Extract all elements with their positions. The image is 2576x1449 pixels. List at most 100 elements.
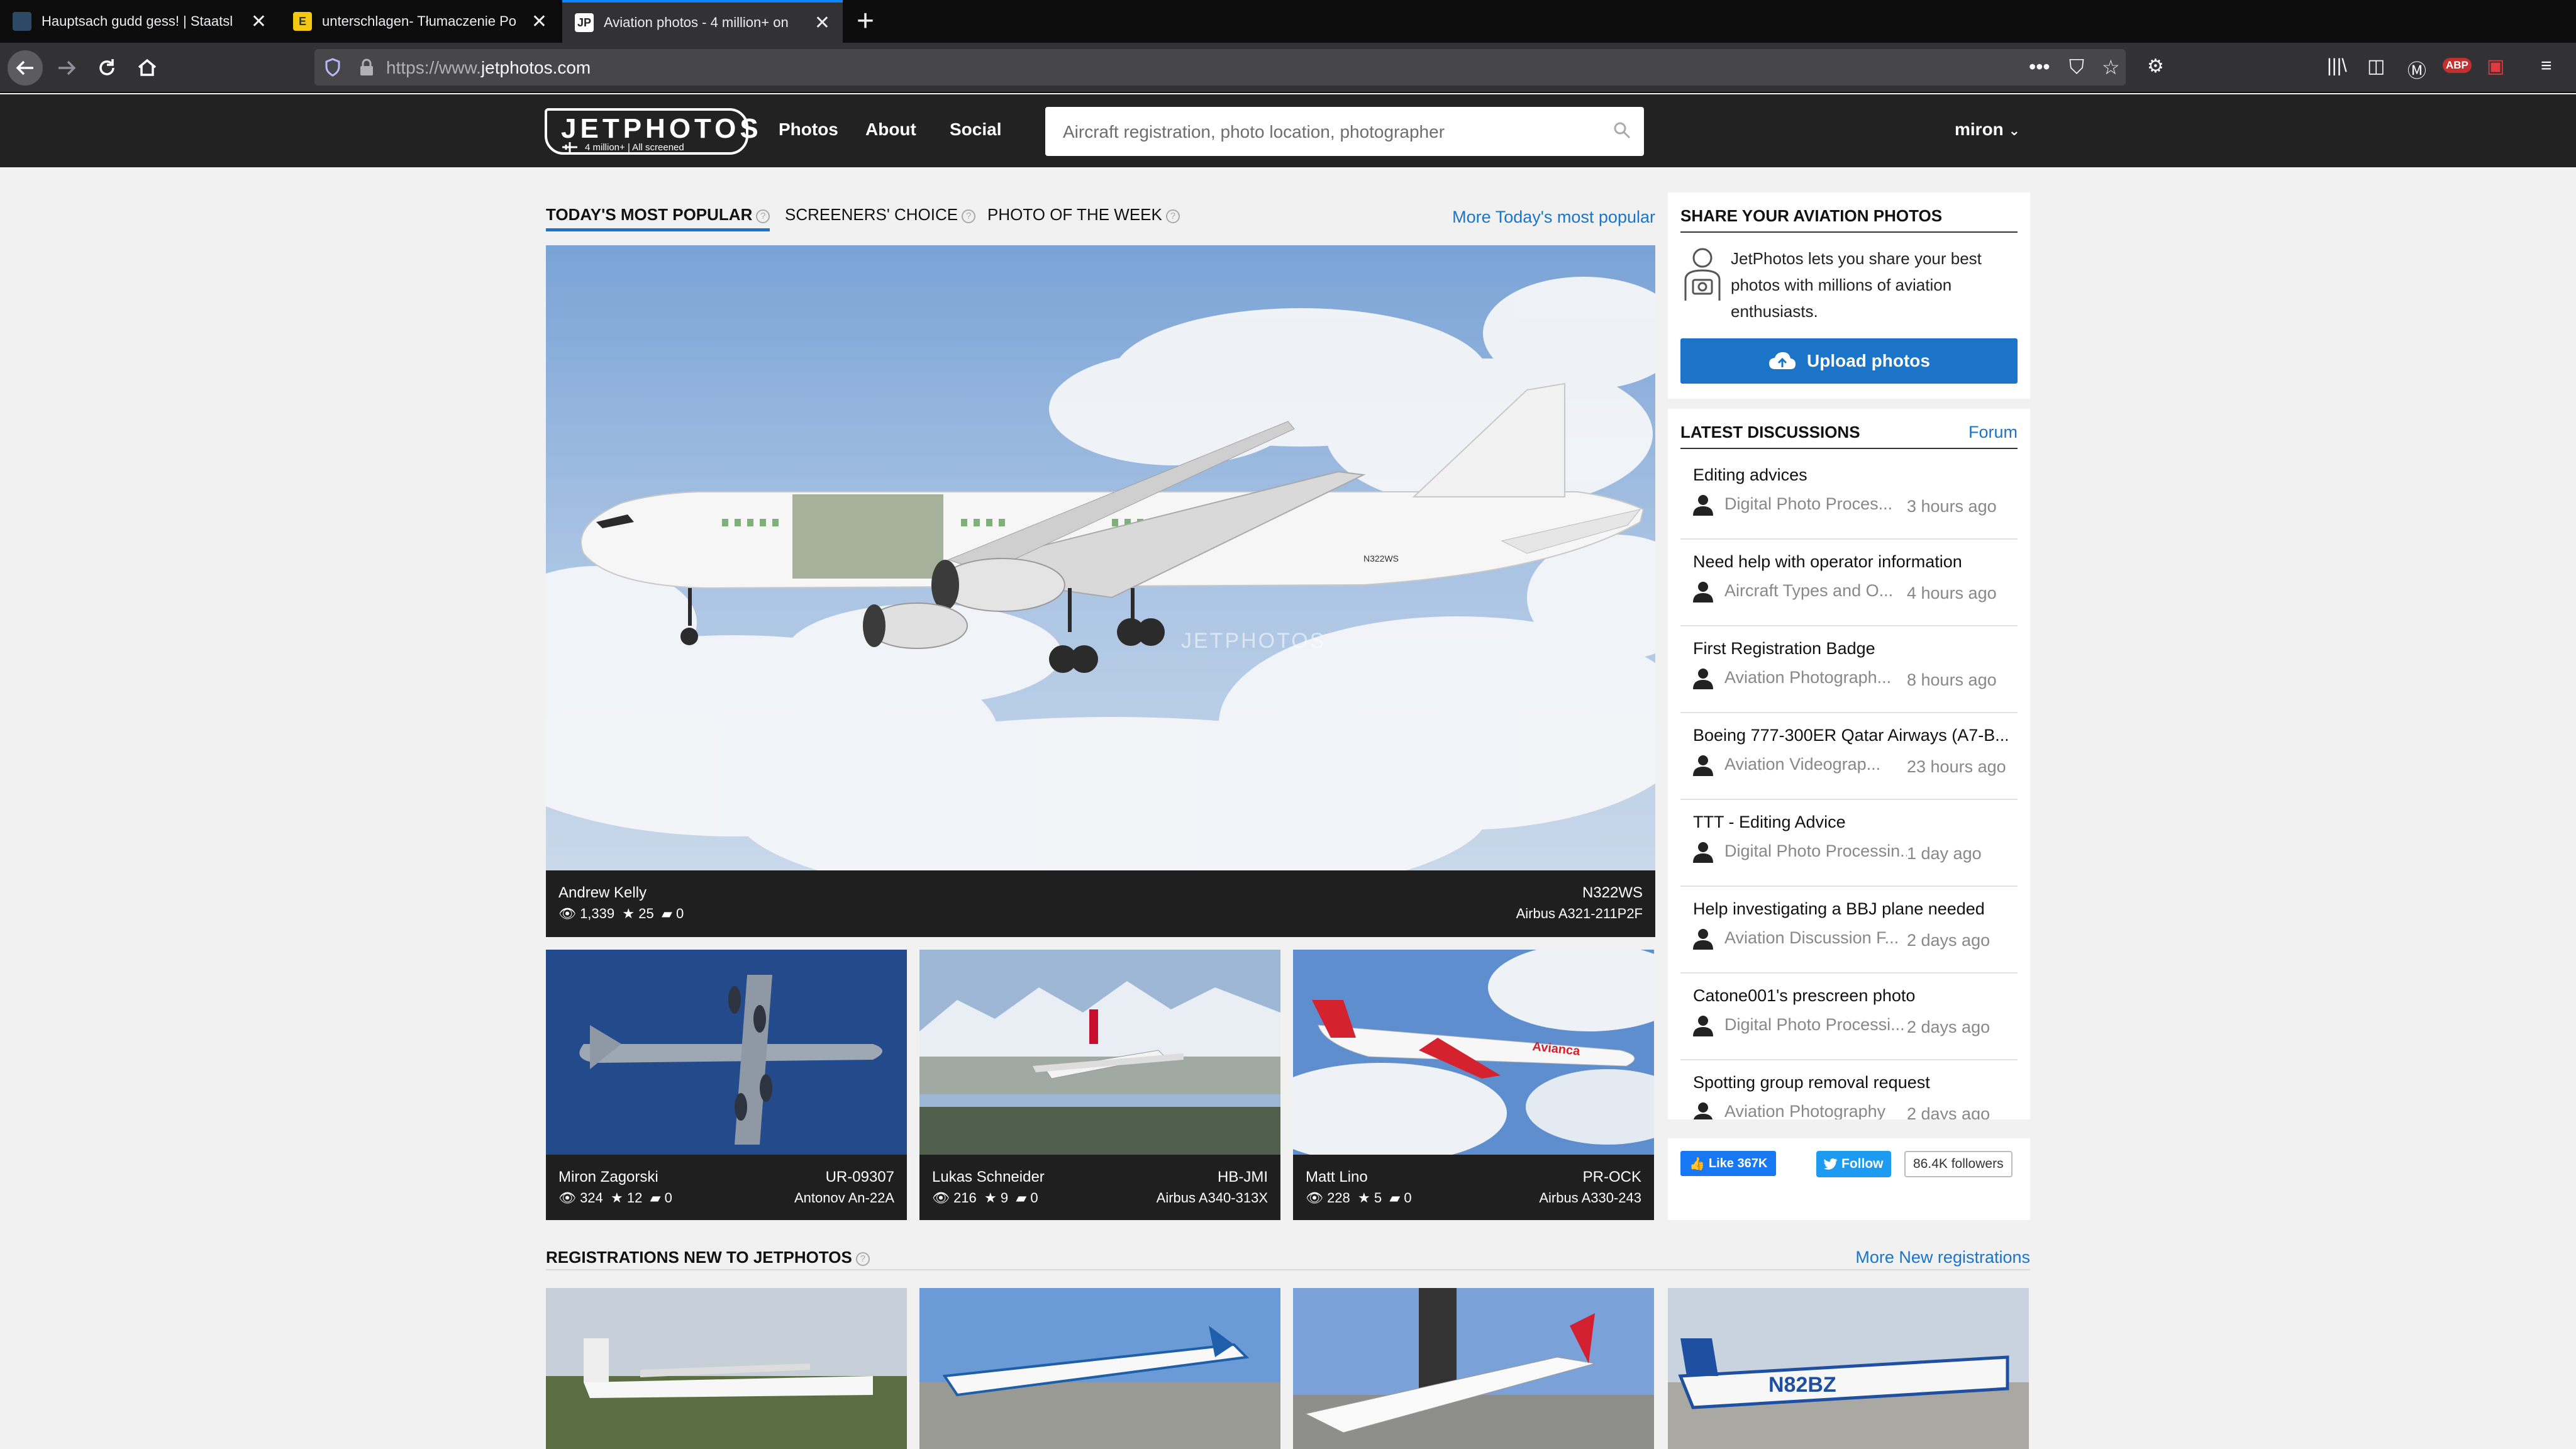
discussion-category[interactable]: Digital Photo Processin... [1724,841,1907,861]
discussion-time: 2 days ago [1907,1104,1990,1119]
registration-thumbnail[interactable] [546,1288,907,1449]
more-new-registrations-link[interactable]: More New registrations [1855,1248,2030,1267]
nav-social[interactable]: Social [950,119,1001,140]
discussion-item[interactable]: TTT - Editing Advice Digital Photo Proce… [1680,800,2018,887]
registration-thumbnail[interactable] [919,1288,1280,1449]
close-icon[interactable]: ✕ [814,12,830,34]
reload-button[interactable] [89,50,125,86]
search-input[interactable]: Aircraft registration, photo location, p… [1045,107,1644,156]
discussion-category[interactable]: Aircraft Types and O... [1724,581,1907,601]
comment-icon: ▰ [1016,1190,1027,1206]
hero-photo[interactable]: N322WS JETPHOTOS Andrew Kelly 👁 1,339 ★ … [546,245,1655,937]
url-bar[interactable]: https://www.jetphotos.com ••• ⛉ ☆ [314,49,2126,86]
browser-tab-1[interactable]: Hauptsach gudd gess! | Staatsl ✕ [0,0,279,43]
discussion-item[interactable]: Need help with operator information Airc… [1680,540,2018,626]
section-title-text: REGISTRATIONS NEW TO JETPHOTOS [546,1248,852,1267]
user-icon [1693,842,1713,863]
discussion-title[interactable]: Editing advices [1693,465,2007,485]
discussion-title[interactable]: Boeing 777-300ER Qatar Airways (A7-B... [1693,726,2007,745]
help-icon[interactable]: ? [855,1252,870,1266]
aircraft-type[interactable]: Airbus A330-243 [1539,1190,1641,1206]
registration[interactable]: PR-OCK [1583,1169,1641,1186]
user-icon [1693,1016,1713,1036]
discussion-time: 2 days ago [1907,1018,1990,1036]
registration[interactable]: N322WS [1582,884,1643,902]
search-icon[interactable] [1613,121,1631,140]
discussion-title[interactable]: Spotting group removal request [1693,1073,2007,1092]
browser-tab-3-active[interactable]: JP Aviation photos - 4 million+ on ✕ [562,0,843,43]
settings-gear-icon[interactable]: ⚙ [2147,55,2164,77]
help-icon[interactable]: ? [962,209,976,223]
discussion-title[interactable]: TTT - Editing Advice [1693,813,2007,832]
jetphotos-logo[interactable]: JETPHOTOS 4 million+ | All screened [545,108,758,155]
extension-red-icon[interactable]: ▣ [2487,55,2504,77]
discussion-title[interactable]: Need help with operator information [1693,552,2007,572]
thumbnail-photo[interactable]: Avianca Matt Lino 👁 228 ★ 5 ▰ 0 PR-OCK A… [1293,950,1654,1220]
discussion-category[interactable]: Aviation Videograp... [1724,755,1907,774]
lock-icon[interactable] [358,58,375,77]
help-icon[interactable]: ? [756,209,770,223]
close-icon[interactable]: ✕ [531,11,547,33]
panel-divider [1680,448,2018,449]
registration[interactable]: HB-JMI [1218,1169,1268,1186]
twitter-follow-button[interactable]: Follow [1816,1151,1891,1177]
discussion-category[interactable]: Aviation Photography [1724,1102,1907,1119]
sidebar-icon[interactable]: ◫ [2367,55,2385,77]
discussion-time: 2 days ago [1907,931,1990,950]
discussion-category[interactable]: Aviation Discussion F... [1724,928,1907,948]
nav-about[interactable]: About [865,119,916,140]
more-todays-popular-link[interactable]: More Today's most popular [1452,208,1655,227]
new-tab-button[interactable]: + [857,5,874,38]
nav-photos[interactable]: Photos [779,119,838,140]
user-menu[interactable]: miron ⌄ [1955,119,2020,140]
discussion-meta: Aviation Videograp... 23 hours ago [1693,755,2006,777]
library-icon[interactable]: |||\ [2327,55,2347,77]
discussion-time: 8 hours ago [1907,670,1997,689]
discussion-category[interactable]: Aviation Photograph... [1724,668,1907,687]
aircraft-type[interactable]: Airbus A340-313X [1157,1190,1268,1206]
discussion-item[interactable]: Boeing 777-300ER Qatar Airways (A7-B... … [1680,713,2018,800]
tab-todays-most-popular[interactable]: TODAY'S MOST POPULAR? [546,205,770,231]
tracking-shield-icon[interactable] [325,58,341,77]
discussion-item[interactable]: First Registration Badge Aviation Photog… [1680,626,2018,713]
photographer-name[interactable]: Miron Zagorski [558,1169,658,1186]
close-icon[interactable]: ✕ [251,11,267,33]
facebook-like-button[interactable]: 👍 Like 367K [1680,1151,1777,1176]
discussion-category[interactable]: Digital Photo Processi... [1724,1015,1907,1035]
registration[interactable]: UR-09307 [826,1169,894,1186]
discussion-category[interactable]: Digital Photo Proces... [1724,494,1907,514]
forward-button[interactable] [49,50,84,86]
aircraft-type[interactable]: Antonov An-22A [794,1190,894,1206]
url-text[interactable]: https://www.jetphotos.com [386,58,591,78]
discussion-item[interactable]: Spotting group removal request Aviation … [1680,1060,2018,1119]
discussion-item[interactable]: Editing advices Digital Photo Proces... 3… [1680,453,2018,540]
bookmark-star-icon[interactable]: ☆ [2102,55,2120,79]
discussion-title[interactable]: Help investigating a BBJ plane needed [1693,899,2007,919]
upload-photos-button[interactable]: Upload photos [1680,338,2018,384]
aircraft-type[interactable]: Airbus A321-211P2F [1516,906,1643,922]
photographer-name[interactable]: Matt Lino [1306,1169,1368,1186]
pocket-icon[interactable]: ⛉ [2069,55,2084,79]
registration-thumbnail[interactable] [1293,1288,1654,1449]
views-count: 324 [580,1190,603,1206]
adblock-icon[interactable]: ABP [2443,58,2472,73]
photographer-name[interactable]: Andrew Kelly [558,884,647,902]
discussion-item[interactable]: Catone001's prescreen photo Digital Phot… [1680,974,2018,1060]
tab-photo-of-the-week[interactable]: PHOTO OF THE WEEK? [987,205,1180,225]
back-button[interactable] [8,50,43,86]
thumbnail-photo[interactable]: Miron Zagorski 👁 324 ★ 12 ▰ 0 UR-09307 A… [546,950,907,1220]
help-icon[interactable]: ? [1165,209,1180,223]
registration-thumbnail[interactable]: N82BZ [1668,1288,2029,1449]
extension-m-icon[interactable]: Ⓜ [2407,55,2426,83]
discussion-item[interactable]: Help investigating a BBJ plane needed Av… [1680,887,2018,974]
page-actions-icon[interactable]: ••• [2029,55,2050,79]
discussion-title[interactable]: Catone001's prescreen photo [1693,986,2007,1006]
hamburger-menu-icon[interactable]: ≡ [2541,55,2552,77]
discussion-title[interactable]: First Registration Badge [1693,639,2007,658]
tab-screeners-choice[interactable]: SCREENERS' CHOICE? [785,205,976,225]
forum-link[interactable]: Forum [1968,423,2018,442]
photographer-name[interactable]: Lukas Schneider [932,1169,1045,1186]
thumbnail-photo[interactable]: Lukas Schneider 👁 216 ★ 9 ▰ 0 HB-JMI Air… [919,950,1280,1220]
browser-tab-2[interactable]: E unterschlagen- Tłumaczenie Po ✕ [280,0,560,43]
home-button[interactable] [130,50,165,86]
